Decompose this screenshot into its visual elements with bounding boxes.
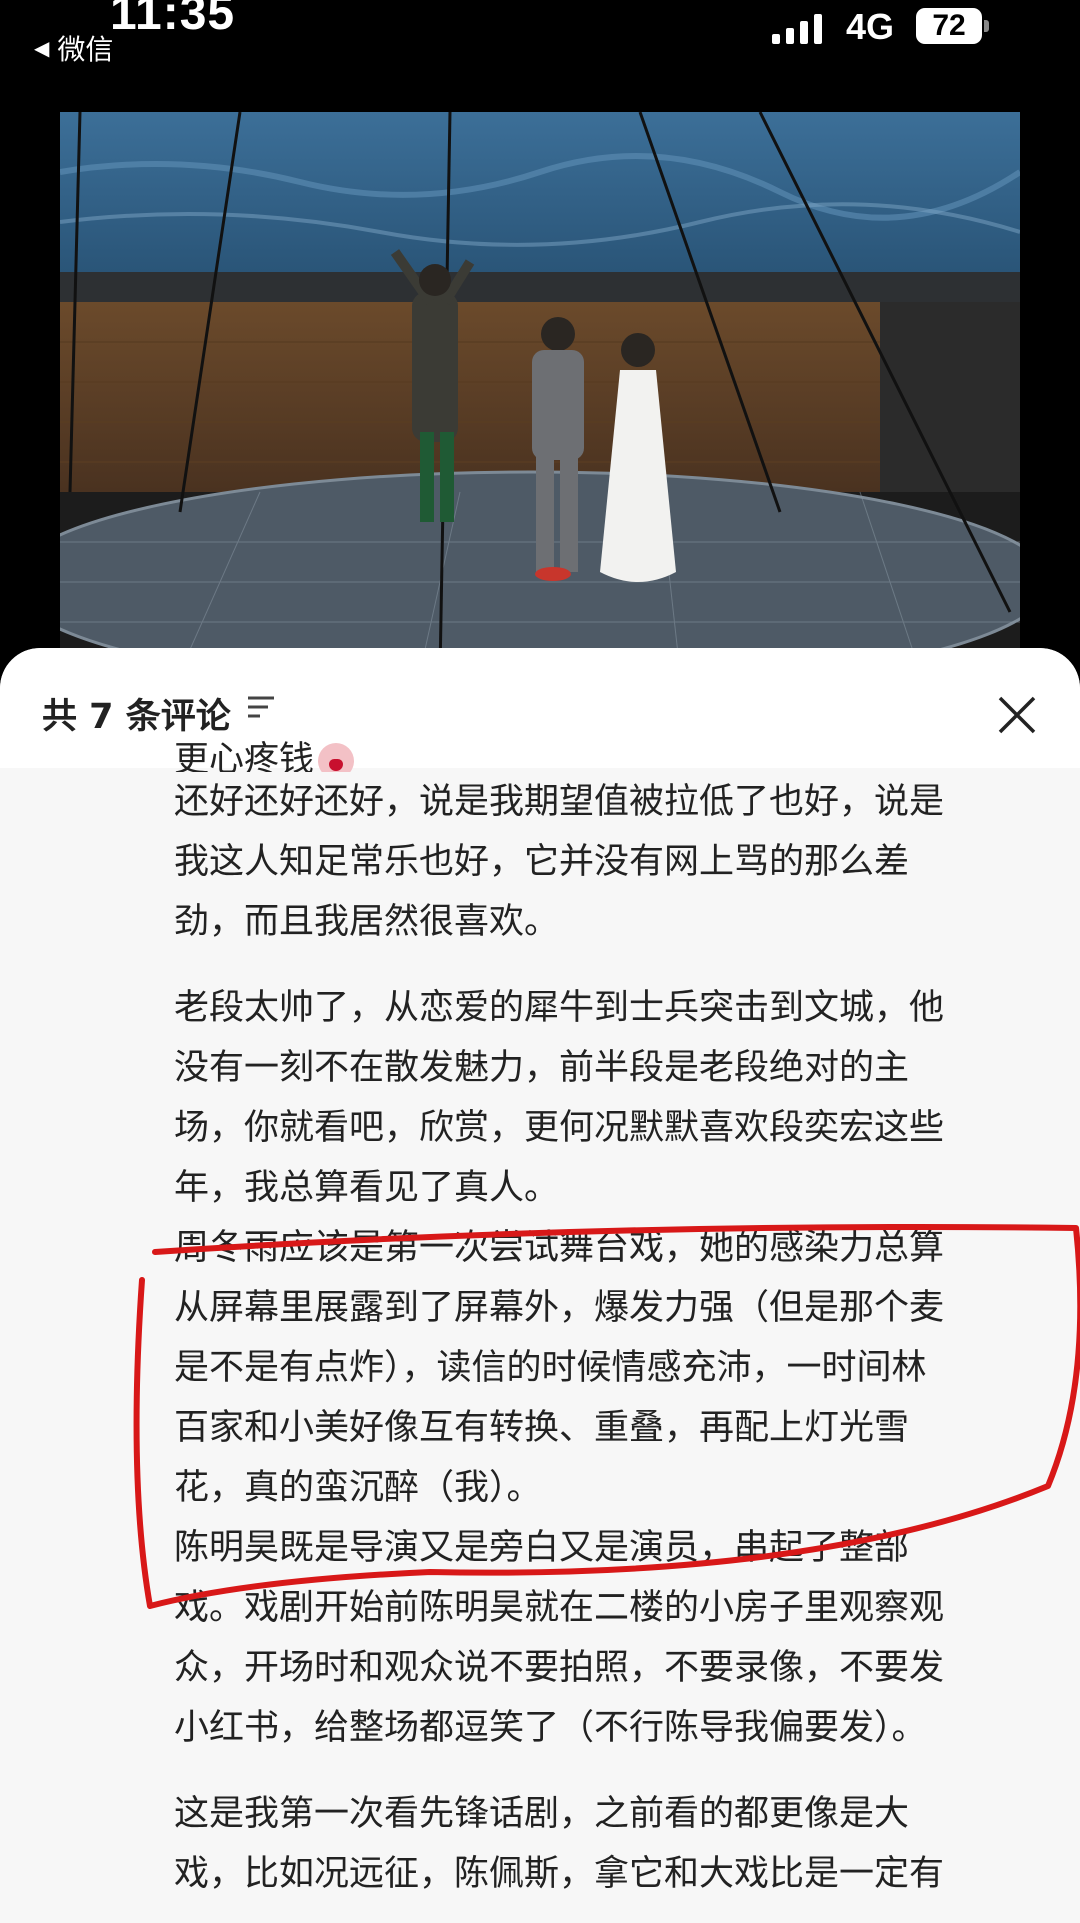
comment-line: 年，我总算看见了真人。 xyxy=(174,1168,560,1208)
comment-line: 陈明昊既是导演又是旁白又是演员，串起了整部 xyxy=(174,1528,910,1568)
comment-line: 劲，而且我居然很喜欢。 xyxy=(174,902,560,942)
comment-line: 老段太帅了，从恋爱的犀牛到士兵突击到文城，他 xyxy=(174,988,945,1028)
battery-icon: 72 xyxy=(916,8,982,44)
comment-line: 从屏幕里展露到了屏幕外，爆发力强（但是那个麦 xyxy=(174,1288,945,1328)
battery-level: 72 xyxy=(932,9,966,42)
comment-line: 花，真的蛮沉醉（我）。 xyxy=(174,1468,542,1508)
status-bar: 11:35 ◀ 微信 4G 72 xyxy=(0,0,1080,110)
comment-line: 这是我第一次看先锋话剧，之前看的都更像是大 xyxy=(174,1794,910,1834)
back-label: 微信 xyxy=(57,33,114,66)
comment-line: 小红书，给整场都逗笑了（不行陈导我偏要发）。 xyxy=(174,1708,927,1748)
crying-face-icon xyxy=(318,743,355,772)
back-to-wechat-link[interactable]: ◀ 微信 xyxy=(34,28,113,68)
network-type: 4G xyxy=(846,6,895,47)
comment-line: 戏。戏剧开始前陈明昊就在二楼的小房子里观察观 xyxy=(174,1588,945,1628)
comment-line: 周冬雨应该是第一次尝试舞台戏，她的感染力总算 xyxy=(174,1228,945,1268)
comment-line: 戏，比如况远征，陈佩斯，拿它和大戏比是一定有 xyxy=(174,1854,945,1894)
comment-line: 还好还好还好，说是我期望值被拉低了也好，说是 xyxy=(174,782,945,822)
comment-line: 百家和小美好像互有转换、重叠，再配上灯光雪 xyxy=(174,1408,910,1448)
comment-line: 我这人知足常乐也好，它并没有网上骂的那么差 xyxy=(174,842,910,882)
comment-text: 更心疼钱 还好还好还好，说是我期望值被拉低了也好，说是 我这人知足常乐也好，它并… xyxy=(174,740,1034,1904)
comment-line: 没有一刻不在散发魅力，前半段是老段绝对的主 xyxy=(174,1048,910,1088)
battery-cap xyxy=(984,20,989,32)
comment-line: 更心疼钱 xyxy=(174,730,1034,772)
stage-photo[interactable] xyxy=(60,112,1020,672)
comment-line: 众，开场时和观众说不要拍照，不要录像，不要发 xyxy=(174,1648,945,1688)
status-time: 11:35 xyxy=(110,0,236,40)
back-arrow-icon: ◀ xyxy=(34,36,50,60)
sort-filter-icon[interactable] xyxy=(246,692,276,722)
comment-line: 场，你就看吧，欣赏，更何况默默喜欢段奕宏这些 xyxy=(174,1108,945,1148)
cellular-signal-icon xyxy=(772,14,822,44)
comment-line: 是不是有点炸），读信的时候情感充沛，一时间林 xyxy=(174,1348,927,1388)
